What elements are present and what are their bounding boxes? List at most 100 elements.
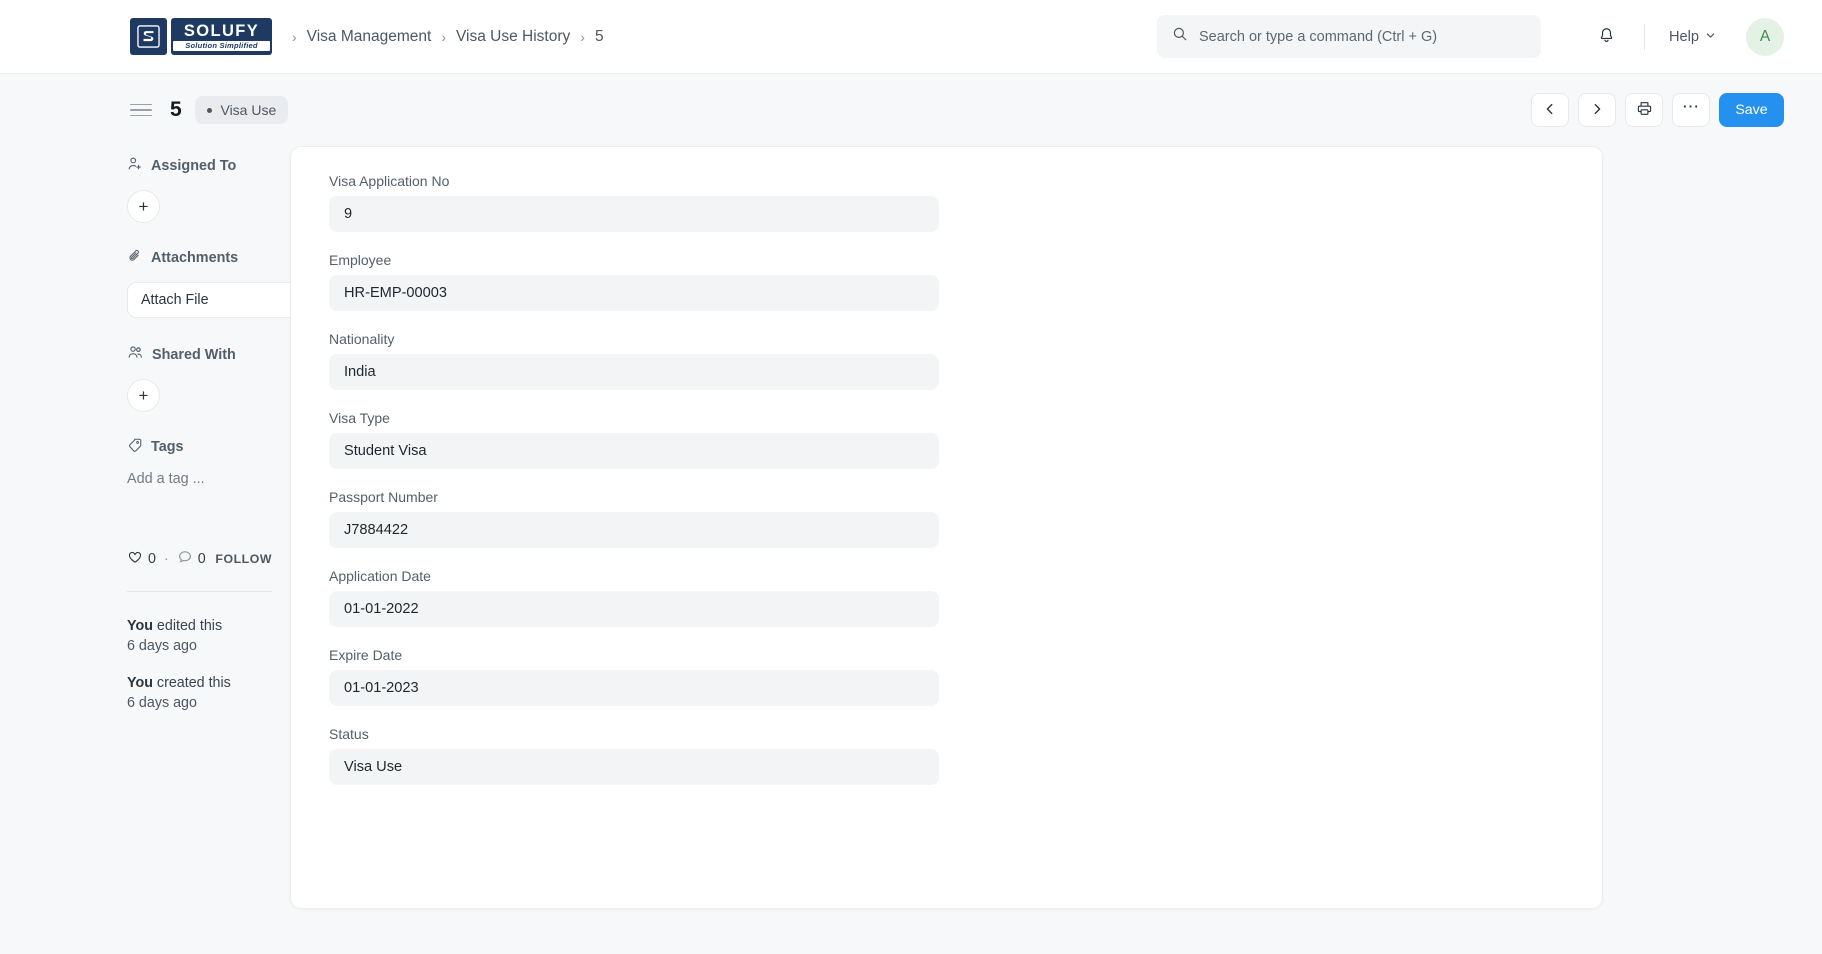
field-control[interactable] bbox=[329, 749, 939, 785]
page-body: Assigned To + Attachments Attach File + bbox=[0, 146, 1822, 954]
avatar[interactable]: A bbox=[1746, 17, 1784, 56]
application-date-input[interactable] bbox=[344, 601, 924, 617]
help-label: Help bbox=[1668, 28, 1699, 45]
breadcrumb-item-visa-management[interactable]: Visa Management bbox=[307, 28, 432, 46]
add-tag-input[interactable]: Add a tag ... bbox=[127, 471, 290, 487]
navbar-divider bbox=[1643, 23, 1645, 50]
activity-action: created this bbox=[152, 675, 231, 691]
status-badge[interactable]: Visa Use bbox=[195, 96, 289, 124]
activity-actor: You bbox=[127, 618, 153, 634]
field-visa-application-no: Visa Application No bbox=[329, 173, 953, 232]
visa-type-input[interactable] bbox=[344, 443, 924, 459]
field-visa-type: Visa Type bbox=[329, 410, 953, 469]
brand-logo[interactable]: SOLUFY Solution Simplified bbox=[130, 18, 272, 55]
navbar-right-group: Help A bbox=[1156, 15, 1784, 58]
main-content: Visa Application No Employee Nationality bbox=[290, 146, 1784, 954]
attachments-header: Attachments bbox=[127, 248, 290, 268]
solufy-s-mark-icon bbox=[130, 18, 167, 55]
attachments-section: Attachments Attach File + bbox=[127, 248, 340, 318]
field-label: Status bbox=[329, 726, 369, 742]
field-passport-number: Passport Number bbox=[329, 489, 953, 548]
field-control[interactable] bbox=[329, 591, 939, 627]
activity-entry: You created this 6 days ago bbox=[127, 673, 290, 713]
tags-section: Tags Add a tag ... bbox=[127, 437, 290, 487]
breadcrumb-separator-icon: › bbox=[441, 28, 446, 45]
help-menu-button[interactable]: Help bbox=[1661, 22, 1724, 52]
add-assignee-button[interactable]: + bbox=[127, 190, 160, 223]
status-dot-icon bbox=[207, 107, 213, 113]
activity-actor: You bbox=[127, 675, 153, 691]
brand-tagline: Solution Simplified bbox=[173, 40, 270, 51]
status-input[interactable] bbox=[344, 759, 924, 775]
page-title: 5 bbox=[170, 98, 182, 121]
visa-application-no-input[interactable] bbox=[344, 206, 924, 222]
social-row: 0 · 0 FOLLOW bbox=[127, 549, 290, 569]
status-badge-label: Visa Use bbox=[220, 102, 277, 118]
people-icon bbox=[127, 344, 144, 365]
activity-entry: You edited this 6 days ago bbox=[127, 616, 290, 656]
nationality-input[interactable] bbox=[344, 364, 924, 380]
breadcrumb-separator-icon: › bbox=[580, 28, 585, 45]
tags-header: Tags bbox=[127, 437, 290, 457]
page-header: 5 Visa Use ⋯ Save bbox=[0, 74, 1822, 146]
comment-icon bbox=[177, 549, 193, 569]
like-count: 0 bbox=[148, 551, 156, 567]
employee-input[interactable] bbox=[344, 285, 924, 301]
breadcrumb-separator-icon: › bbox=[292, 28, 297, 45]
field-control[interactable] bbox=[329, 512, 939, 548]
visa-use-form-card: Visa Application No Employee Nationality bbox=[290, 146, 1603, 909]
shared-with-title: Shared With bbox=[152, 346, 236, 363]
follow-button[interactable]: FOLLOW bbox=[215, 552, 272, 566]
more-options-button[interactable]: ⋯ bbox=[1672, 93, 1710, 127]
field-label: Expire Date bbox=[329, 647, 403, 663]
field-status: Status bbox=[329, 726, 953, 785]
field-label: Visa Type bbox=[329, 410, 390, 426]
field-label: Employee bbox=[329, 252, 392, 268]
breadcrumb: › Visa Management › Visa Use History › 5 bbox=[292, 28, 604, 46]
hamburger-line bbox=[130, 109, 152, 111]
document-sidebar: Assigned To + Attachments Attach File + bbox=[0, 146, 340, 954]
hamburger-line bbox=[130, 103, 152, 106]
bell-icon bbox=[1597, 26, 1616, 48]
next-record-button[interactable] bbox=[1578, 93, 1616, 127]
top-navbar: SOLUFY Solution Simplified › Visa Manage… bbox=[0, 0, 1822, 74]
printer-icon bbox=[1636, 100, 1653, 120]
assigned-to-header: Assigned To bbox=[127, 156, 290, 176]
print-button[interactable] bbox=[1625, 93, 1663, 127]
tag-icon bbox=[127, 437, 143, 457]
field-control[interactable] bbox=[329, 196, 939, 232]
shared-with-section: Shared With + bbox=[127, 344, 290, 412]
field-label: Passport Number bbox=[329, 489, 438, 505]
activity-timestamp: 6 days ago bbox=[127, 695, 197, 711]
heart-icon bbox=[127, 549, 143, 569]
chevron-down-icon bbox=[1705, 29, 1716, 45]
attachments-title: Attachments bbox=[151, 250, 239, 266]
add-shared-user-button[interactable]: + bbox=[127, 379, 160, 412]
breadcrumb-item-visa-use-history[interactable]: Visa Use History bbox=[456, 28, 570, 46]
brand-name: SOLUFY bbox=[183, 21, 260, 40]
comment-button[interactable]: 0 bbox=[177, 549, 206, 569]
field-control[interactable] bbox=[329, 433, 939, 469]
expire-date-input[interactable] bbox=[344, 680, 924, 696]
assigned-to-section: Assigned To + bbox=[127, 156, 290, 223]
field-control[interactable] bbox=[329, 275, 939, 311]
sidebar-toggle-button[interactable] bbox=[130, 99, 152, 121]
notifications-button[interactable] bbox=[1586, 16, 1628, 58]
previous-record-button[interactable] bbox=[1531, 93, 1569, 127]
field-control[interactable] bbox=[329, 670, 939, 706]
field-label: Application Date bbox=[329, 568, 431, 584]
like-button[interactable]: 0 bbox=[127, 549, 156, 569]
field-nationality: Nationality bbox=[329, 331, 953, 390]
comment-count: 0 bbox=[197, 551, 206, 567]
form-fields: Visa Application No Employee Nationality bbox=[291, 173, 991, 785]
search-input[interactable] bbox=[1198, 28, 1526, 45]
chevron-left-icon bbox=[1543, 102, 1557, 119]
passport-number-input[interactable] bbox=[344, 522, 924, 538]
chevron-right-icon bbox=[1590, 102, 1604, 119]
save-button[interactable]: Save bbox=[1719, 93, 1784, 127]
plus-icon: + bbox=[138, 386, 149, 405]
ellipsis-icon: ⋯ bbox=[1682, 96, 1700, 116]
field-control[interactable] bbox=[329, 354, 939, 390]
search-box[interactable] bbox=[1156, 15, 1541, 58]
social-separator: · bbox=[163, 551, 169, 567]
